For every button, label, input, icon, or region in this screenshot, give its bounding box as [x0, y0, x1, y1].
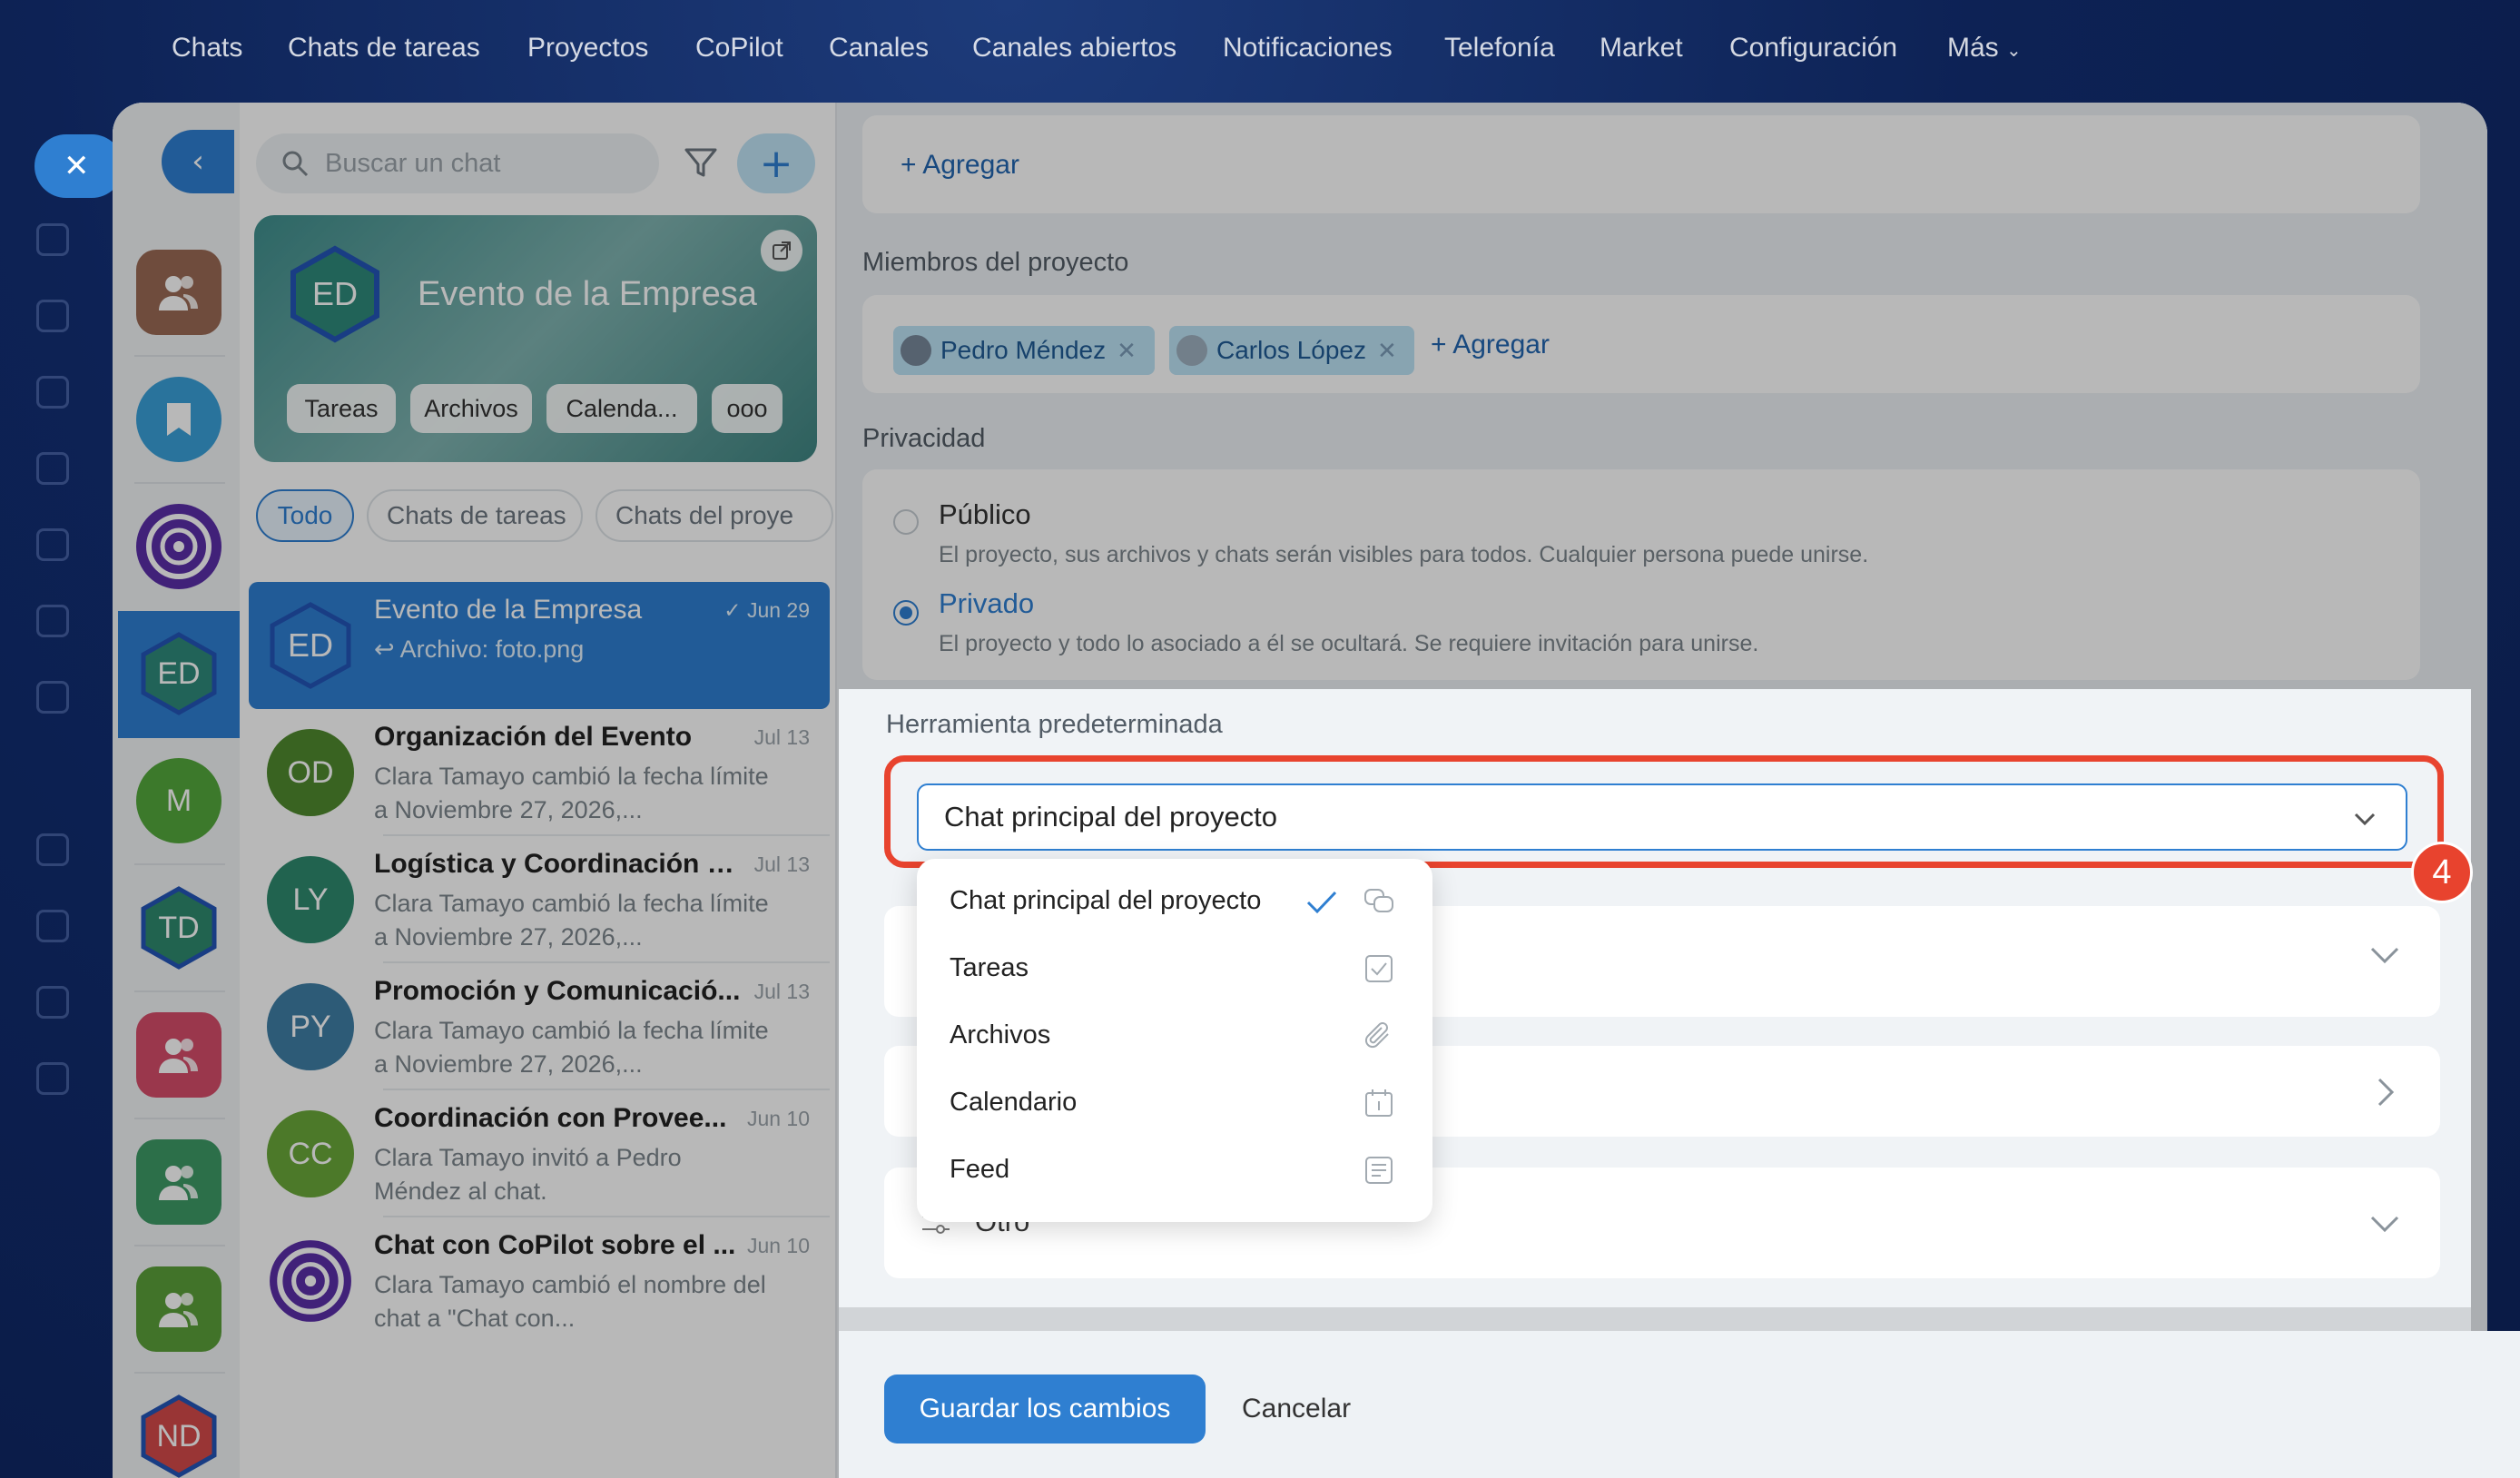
- sidebar-bg-icon: [36, 376, 69, 409]
- save-changes-button[interactable]: Guardar los cambios: [884, 1375, 1206, 1444]
- dropdown-option-feed[interactable]: Feed: [950, 1155, 1009, 1185]
- nav-task-chats[interactable]: Chats de tareas: [288, 33, 480, 64]
- sidebar-bg-icon: [36, 605, 69, 637]
- dropdown-option-files[interactable]: Archivos: [950, 1020, 1050, 1050]
- sidebar-bg-icon: [36, 681, 69, 714]
- sidebar-bg-icon: [36, 223, 69, 256]
- sidebar-bg-icon: [36, 1062, 69, 1095]
- background-sidebar: [0, 118, 127, 1478]
- close-icon: ✕: [64, 148, 90, 184]
- dropdown-option-main-chat[interactable]: Chat principal del proyecto: [950, 886, 1261, 916]
- nav-chats[interactable]: Chats: [172, 33, 242, 64]
- tutorial-highlight-frame: [884, 755, 2444, 868]
- dim-overlay: [113, 689, 839, 1478]
- nav-telephony[interactable]: Telefonía: [1444, 33, 1555, 64]
- chevron-down-icon: [2370, 947, 2399, 964]
- default-tool-label: Herramienta predeterminada: [886, 710, 1223, 739]
- top-navigation: Chats Chats de tareas Proyectos CoPilot …: [0, 0, 2520, 102]
- calendar-icon: [1365, 1089, 1393, 1117]
- nav-open-channels[interactable]: Canales abiertos: [972, 33, 1176, 64]
- sidebar-bg-icon: [36, 833, 69, 866]
- nav-notifications[interactable]: Notificaciones: [1223, 33, 1393, 64]
- paperclip-icon: [1364, 1022, 1389, 1049]
- nav-settings[interactable]: Configuración: [1729, 33, 1897, 64]
- close-slider-button[interactable]: ✕: [34, 134, 123, 198]
- sidebar-bg-icon: [36, 300, 69, 332]
- sidebar-bg-icon: [36, 452, 69, 485]
- default-tool-dropdown: Chat principal del proyecto Tareas Archi…: [917, 859, 1432, 1222]
- chevron-right-icon: [2377, 1078, 2395, 1107]
- dropdown-option-calendar[interactable]: Calendario: [950, 1088, 1077, 1118]
- chats-icon: [1364, 889, 1393, 912]
- dim-overlay: [839, 1307, 2471, 1331]
- nav-market[interactable]: Market: [1600, 33, 1683, 64]
- checkmark-icon: [1306, 891, 1337, 914]
- nav-projects[interactable]: Proyectos: [527, 33, 648, 64]
- chevron-down-icon: [2370, 1216, 2399, 1233]
- feed-icon: [1365, 1157, 1393, 1184]
- sidebar-bg-icon: [36, 528, 69, 561]
- nav-channels[interactable]: Canales: [829, 33, 929, 64]
- nav-more[interactable]: Más ⌄: [1947, 33, 2022, 64]
- dim-overlay: [113, 103, 2487, 689]
- tasks-icon: [1365, 955, 1393, 982]
- sidebar-bg-icon: [36, 910, 69, 942]
- cancel-button[interactable]: Cancelar: [1242, 1375, 1351, 1444]
- sidebar-bg-icon: [36, 986, 69, 1019]
- nav-copilot[interactable]: CoPilot: [695, 33, 783, 64]
- chevron-down-icon: ⌄: [2006, 41, 2022, 61]
- dropdown-option-tasks[interactable]: Tareas: [950, 953, 1029, 983]
- step-badge: 4: [2411, 842, 2473, 903]
